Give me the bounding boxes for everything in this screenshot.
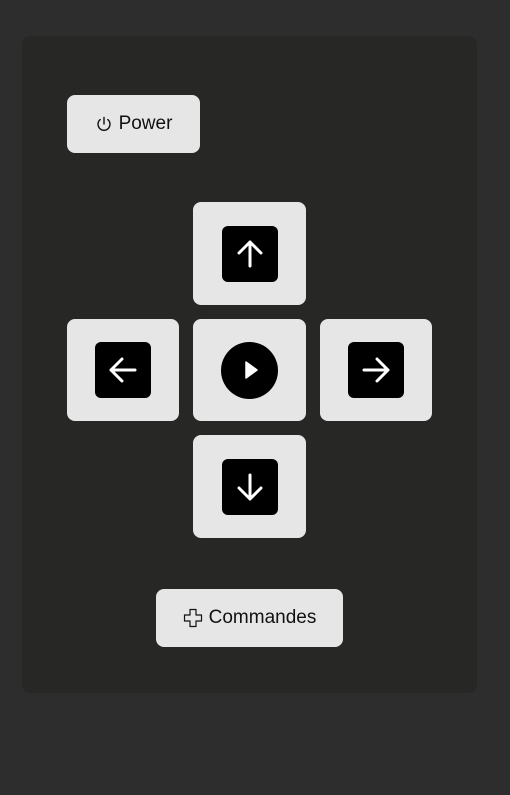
down-button[interactable] bbox=[193, 435, 306, 538]
play-button[interactable] bbox=[193, 319, 306, 421]
arrow-left-icon bbox=[95, 342, 151, 398]
power-button[interactable]: Power bbox=[67, 95, 200, 153]
left-button[interactable] bbox=[67, 319, 179, 421]
commandes-button[interactable]: Commandes bbox=[156, 589, 343, 647]
arrow-up-icon bbox=[221, 225, 278, 282]
arrow-down-icon bbox=[221, 458, 278, 515]
power-label: Power bbox=[118, 113, 173, 134]
power-icon bbox=[95, 115, 113, 133]
arrow-right-icon bbox=[348, 342, 404, 398]
play-icon bbox=[221, 341, 278, 399]
commandes-label: Commandes bbox=[208, 607, 317, 628]
gamepad-cross-icon bbox=[183, 608, 203, 628]
right-button[interactable] bbox=[320, 319, 432, 421]
up-button[interactable] bbox=[193, 202, 306, 305]
